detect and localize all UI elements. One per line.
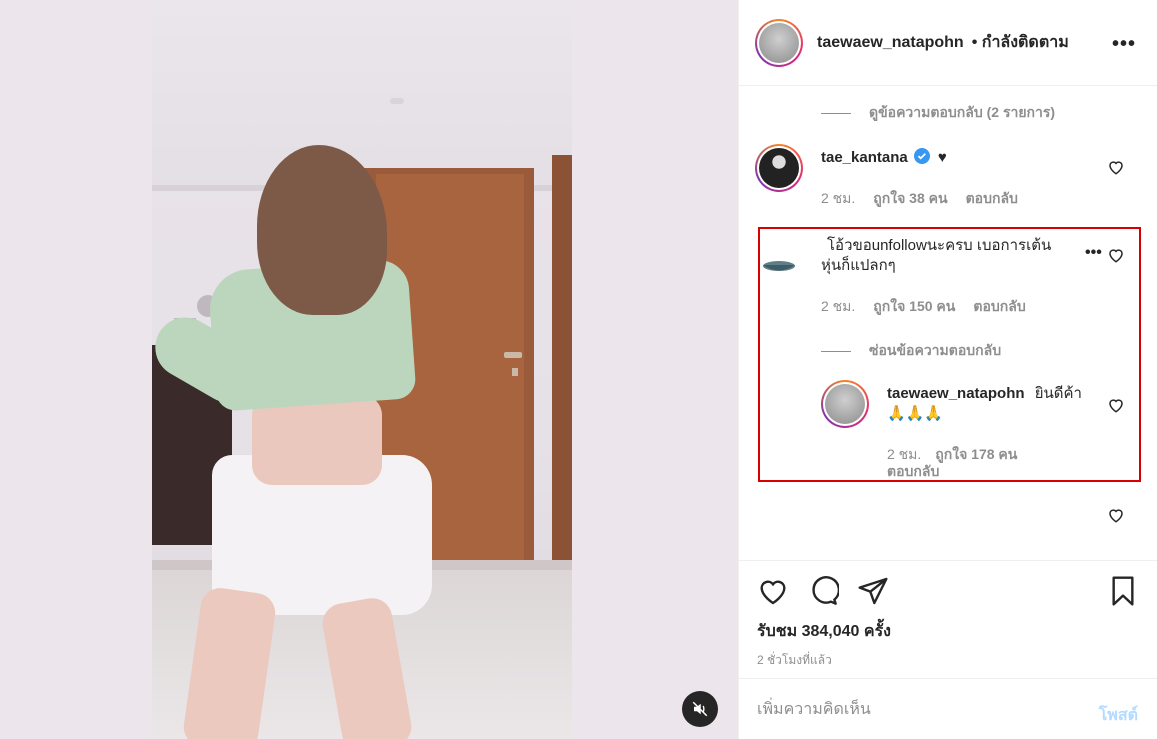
video-scene xyxy=(152,0,572,190)
comment-meta: 2 ชม. ถูกใจ 38 คน ตอบกลับ xyxy=(821,188,1018,210)
speaker-muted-icon xyxy=(692,701,708,717)
video-scene xyxy=(390,98,404,104)
reply-button[interactable]: ตอบกลับ xyxy=(966,188,1018,210)
video-scene xyxy=(504,352,522,358)
comment-likes[interactable]: ถูกใจ 38 คน xyxy=(873,188,947,210)
more-dots-icon[interactable]: ••• xyxy=(1112,33,1136,56)
post-sidebar: taewaew_natapohn • กำลังติดตาม ••• ดูข้อ… xyxy=(738,0,1157,739)
post-header: taewaew_natapohn • กำลังติดตาม ••• xyxy=(739,0,1157,86)
view-replies-label: ดูข้อความตอบกลับ (2 รายการ) xyxy=(869,104,1056,120)
heart-icon[interactable] xyxy=(1107,506,1125,524)
avatar[interactable] xyxy=(755,18,803,67)
verified-badge-icon xyxy=(913,148,930,164)
post-time[interactable]: 2 ชั่วโมงที่แล้ว xyxy=(757,651,832,670)
comment-body: tae_kantana ♥ xyxy=(821,148,1081,168)
comment-time[interactable]: 2 ชม. xyxy=(821,188,855,210)
video-dancer xyxy=(252,395,382,485)
header-username[interactable]: taewaew_natapohn xyxy=(817,34,964,52)
follow-status[interactable]: • กำลังติดตาม xyxy=(972,30,1069,55)
avatar[interactable] xyxy=(755,144,803,192)
comment-item: tae_kantana ♥ 2 ชม. ถูกใจ 38 คน ตอบกลับ xyxy=(755,144,1145,214)
mute-button[interactable] xyxy=(682,691,718,727)
view-replies-toggle[interactable]: ดูข้อความตอบกลับ (2 รายการ) xyxy=(821,102,1055,124)
video-scene xyxy=(512,368,518,376)
media-pane xyxy=(0,0,738,739)
post-button[interactable]: โพสต์ xyxy=(1099,703,1138,728)
comment-input[interactable] xyxy=(757,697,1077,723)
video-player[interactable] xyxy=(152,0,572,739)
comment-username[interactable]: tae_kantana xyxy=(821,149,908,166)
heart-icon[interactable] xyxy=(1107,158,1125,176)
add-comment-bar: โพสต์ xyxy=(739,678,1157,739)
comment-icon[interactable] xyxy=(807,575,839,607)
comments-list[interactable]: ดูข้อความตอบกลับ (2 รายการ) tae_kantana … xyxy=(739,86,1157,560)
post-actions: รับชม 384,040 ครั้ง 2 ชั่วโมงที่แล้ว xyxy=(739,560,1157,678)
view-count[interactable]: รับชม 384,040 ครั้ง xyxy=(757,619,891,644)
highlight-annotation xyxy=(758,227,1141,482)
bookmark-icon[interactable] xyxy=(1107,575,1139,607)
video-scene xyxy=(552,155,572,605)
share-icon[interactable] xyxy=(857,575,889,607)
comment-text: ♥ xyxy=(937,149,947,166)
divider xyxy=(821,112,851,114)
like-heart-icon[interactable] xyxy=(757,575,789,607)
